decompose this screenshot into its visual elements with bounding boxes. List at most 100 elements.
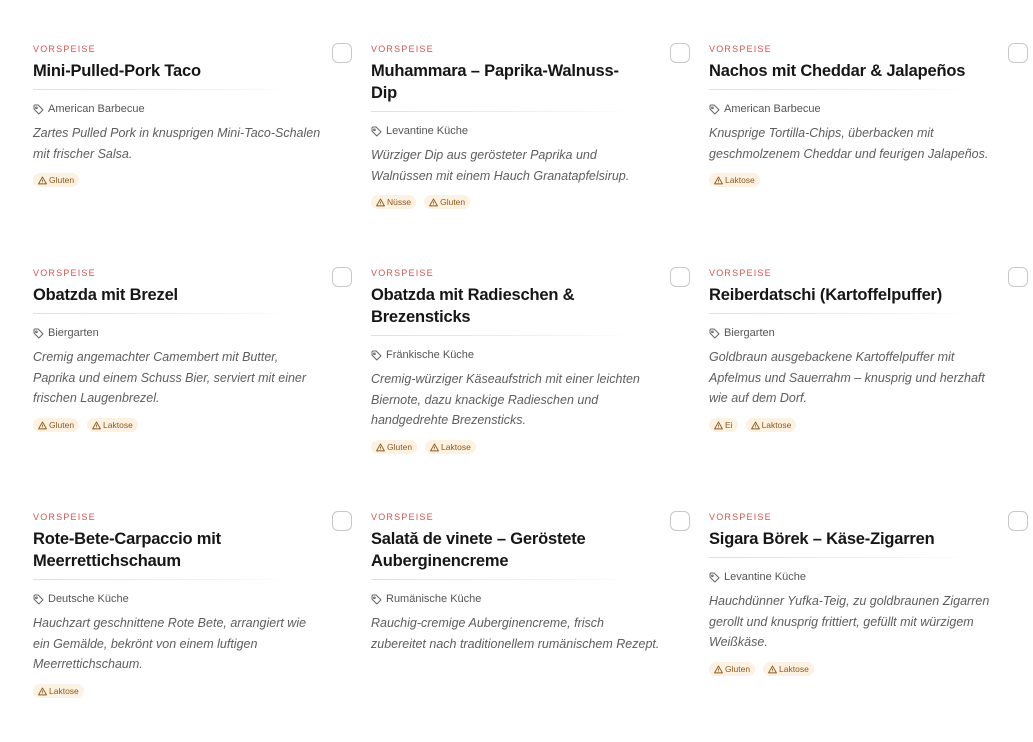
dish-category: VORSPEISE xyxy=(371,512,434,522)
cuisine-label: Deutsche Küche xyxy=(48,593,129,605)
dish-category: VORSPEISE xyxy=(709,512,772,522)
allergen-badge: Laktose xyxy=(709,173,760,188)
select-checkbox[interactable] xyxy=(670,43,690,63)
allergen-badge: Gluten xyxy=(709,662,756,677)
tag-icon xyxy=(709,328,720,338)
allergen-label: Gluten xyxy=(387,442,413,453)
allergen-label: Laktose xyxy=(725,175,755,186)
dish-title: Nachos mit Cheddar & Jalapeños xyxy=(709,62,966,80)
allergen-list: Nüsse Gluten xyxy=(371,195,671,210)
warning-icon xyxy=(38,176,47,185)
cuisine-label: American Barbecue xyxy=(724,103,821,115)
dish-category: VORSPEISE xyxy=(709,44,772,54)
dish-cuisine: American Barbecue xyxy=(709,102,1009,116)
allergen-badge: Laktose xyxy=(425,440,476,455)
tag-icon xyxy=(33,104,44,114)
dish-card: VORSPEISE Sigara Börek – Käse-Zigarren L… xyxy=(709,511,1028,677)
dish-card: VORSPEISE Rote-Bete-Carpaccio mit Meerre… xyxy=(33,511,352,699)
dish-title: Reiberdatschi (Kartoffelpuffer) xyxy=(709,286,943,304)
allergen-label: Ei xyxy=(725,420,733,431)
divider xyxy=(33,579,291,580)
select-checkbox[interactable] xyxy=(1008,43,1028,63)
warning-icon xyxy=(429,198,438,207)
tag-icon xyxy=(371,350,382,360)
warning-icon xyxy=(768,665,777,673)
dish-cuisine: Levantine Küche xyxy=(709,570,1009,584)
dish-title: Obatzda mit Brezel xyxy=(33,286,178,304)
allergen-badge: Laktose xyxy=(33,684,84,699)
select-checkbox[interactable] xyxy=(1008,511,1028,531)
allergen-label: Nüsse xyxy=(387,197,412,208)
divider xyxy=(33,89,291,90)
dish-description: Knusprige Tortilla-Chips, überbacken mit… xyxy=(709,126,989,161)
divider xyxy=(371,335,629,336)
warning-icon xyxy=(38,687,47,695)
allergen-list: Gluten Laktose xyxy=(709,662,1009,677)
warning-icon xyxy=(92,421,101,429)
dish-description: Hauchzart geschnittene Rote Bete, arrang… xyxy=(33,616,307,672)
cuisine-label: Levantine Küche xyxy=(724,571,806,583)
dish-cuisine: Biergarten xyxy=(33,326,333,340)
dish-title: Mini-Pulled-Pork Taco xyxy=(33,62,201,80)
tag-icon xyxy=(371,126,382,136)
allergen-label: Laktose xyxy=(103,420,133,431)
dish-card: VORSPEISE Obatzda mit Brezel Biergarten … xyxy=(33,267,352,433)
select-checkbox[interactable] xyxy=(670,511,690,531)
dish-card: VORSPEISE Mini-Pulled-Pork Taco American… xyxy=(33,43,352,188)
dish-description: Würziger Dip aus gerösteter Paprika und … xyxy=(371,148,630,183)
cuisine-label: Fränkische Küche xyxy=(386,349,475,361)
allergen-badge: Gluten xyxy=(371,440,418,455)
divider xyxy=(371,579,629,580)
dish-card: VORSPEISE Salată de vinete – Geröstete A… xyxy=(371,511,690,663)
allergen-label: Laktose xyxy=(761,420,792,431)
divider xyxy=(33,313,291,314)
allergen-badge: Laktose xyxy=(763,662,814,677)
allergen-list: Gluten Laktose xyxy=(33,418,333,433)
dish-category: VORSPEISE xyxy=(33,268,96,278)
select-checkbox[interactable] xyxy=(670,267,690,287)
dish-cuisine: Biergarten xyxy=(709,326,1009,340)
cuisine-label: Rumänische Küche xyxy=(386,593,482,605)
divider xyxy=(371,111,629,112)
warning-icon xyxy=(750,421,760,429)
allergen-badge: Ei xyxy=(709,418,738,433)
allergen-list: Laktose xyxy=(709,173,1009,188)
allergen-list: Ei Laktose xyxy=(709,418,1009,433)
dish-category: VORSPEISE xyxy=(33,512,96,522)
dish-card: VORSPEISE Muhammara – Paprika-Walnuss-Di… xyxy=(371,43,690,210)
dish-category: VORSPEISE xyxy=(371,44,434,54)
allergen-badge: Laktose xyxy=(745,418,797,433)
allergen-badge: Laktose xyxy=(87,418,138,433)
allergen-list: Gluten Laktose xyxy=(371,440,671,455)
dish-category: VORSPEISE xyxy=(709,268,772,278)
allergen-label: Laktose xyxy=(441,442,471,453)
select-checkbox[interactable] xyxy=(1008,267,1028,287)
dish-description: Zartes Pulled Pork in knusprigen Mini-Ta… xyxy=(33,126,321,161)
warning-icon xyxy=(376,198,385,207)
tag-icon xyxy=(709,572,720,582)
dish-cuisine: American Barbecue xyxy=(33,102,333,116)
allergen-label: Gluten xyxy=(725,664,751,675)
select-checkbox[interactable] xyxy=(332,267,352,287)
dish-title: Obatzda mit Radieschen & Brezensticks xyxy=(371,286,575,326)
dish-cuisine: Levantine Küche xyxy=(371,124,671,138)
cuisine-label: Biergarten xyxy=(48,327,99,339)
dish-cuisine: Deutsche Küche xyxy=(33,592,333,606)
allergen-badge: Gluten xyxy=(33,173,80,188)
dish-title: Rote-Bete-Carpaccio mit Meerrettichschau… xyxy=(33,530,221,570)
dish-category: VORSPEISE xyxy=(33,44,96,54)
allergen-label: Laktose xyxy=(49,686,79,697)
select-checkbox[interactable] xyxy=(332,511,352,531)
dish-category: VORSPEISE xyxy=(371,268,434,278)
dish-card: VORSPEISE Reiberdatschi (Kartoffelpuffer… xyxy=(709,267,1028,433)
select-checkbox[interactable] xyxy=(332,43,352,63)
dish-description: Hauchdünner Yufka-Teig, zu goldbraunen Z… xyxy=(709,594,990,650)
tag-icon xyxy=(33,328,44,338)
dish-description: Cremig angemachter Camembert mit Butter,… xyxy=(33,350,307,406)
cuisine-label: Biergarten xyxy=(724,327,775,339)
tag-icon xyxy=(371,594,382,604)
allergen-badge: Nüsse xyxy=(371,195,417,210)
allergen-badge: Gluten xyxy=(33,418,80,433)
dish-card: VORSPEISE Nachos mit Cheddar & Jalapeños… xyxy=(709,43,1028,188)
warning-icon xyxy=(38,421,47,429)
